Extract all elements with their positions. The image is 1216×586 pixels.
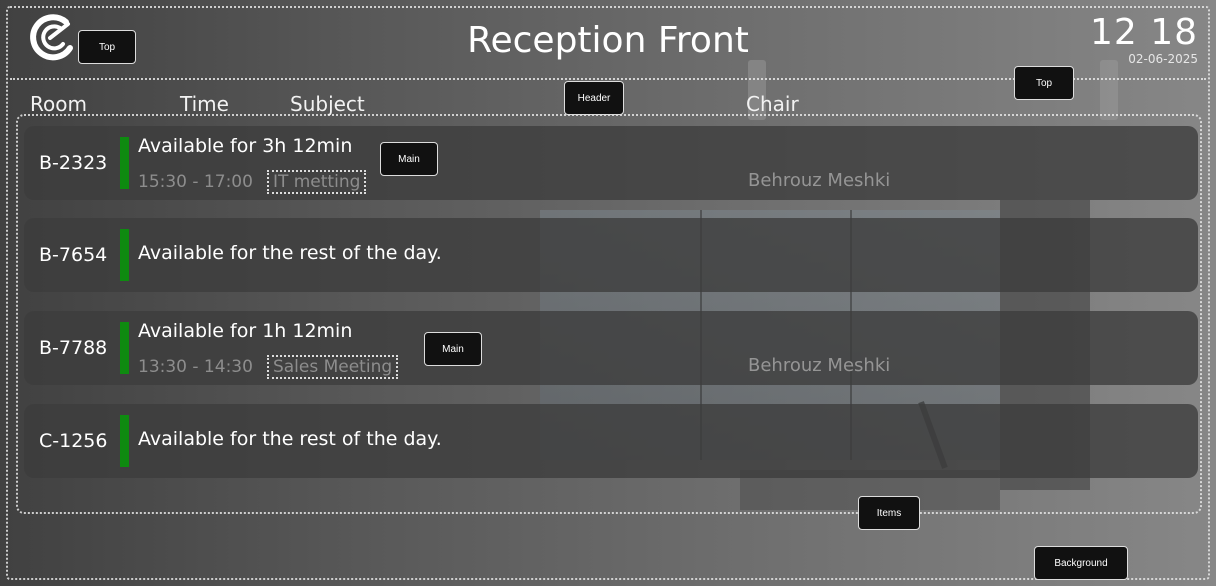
column-header-time: Time: [180, 92, 229, 116]
room-row[interactable]: B-2323 Available for 3h 12min 15:30 - 17…: [24, 126, 1198, 200]
room-row[interactable]: B-7788 Available for 1h 12min 13:30 - 14…: [24, 311, 1198, 385]
availability-indicator: [120, 415, 129, 467]
label-items: Items: [858, 496, 920, 530]
meeting-time: 15:30 - 17:00: [138, 172, 253, 192]
clock-date: 02-06-2025: [1128, 52, 1198, 66]
availability-status: Available for 1h 12min: [138, 320, 353, 342]
meeting-info: 13:30 - 14:30 Sales Meeting: [138, 355, 399, 379]
meeting-info: 15:30 - 17:00 IT metting: [138, 170, 367, 194]
meeting-chair: Behrouz Meshki: [748, 170, 891, 191]
availability-indicator: [120, 137, 129, 189]
label-top-right: Top: [1014, 66, 1074, 100]
availability-status: Available for the rest of the day.: [138, 242, 442, 264]
availability-indicator: [120, 229, 129, 281]
meeting-subject: Sales Meeting: [266, 355, 399, 379]
column-header-room: Room: [30, 92, 87, 116]
clock: 12 18 02-06-2025: [1089, 12, 1198, 67]
room-id: B-2323: [39, 152, 108, 174]
availability-status: Available for the rest of the day.: [138, 428, 442, 450]
meeting-subject: IT metting: [266, 170, 367, 194]
label-background: Background: [1034, 546, 1128, 580]
meeting-chair: Behrouz Meshki: [748, 355, 891, 376]
label-main: Main: [424, 332, 482, 366]
room-row[interactable]: C-1256 Available for the rest of the day…: [24, 404, 1198, 478]
clock-time: 12 18: [1089, 12, 1198, 53]
label-main: Main: [380, 142, 438, 176]
meeting-time: 13:30 - 14:30: [138, 357, 253, 377]
room-id: B-7654: [39, 244, 108, 266]
availability-status: Available for 3h 12min: [138, 135, 353, 157]
room-id: C-1256: [39, 430, 108, 452]
page-title: Reception Front: [467, 20, 749, 61]
availability-indicator: [120, 322, 129, 374]
room-id: B-7788: [39, 337, 108, 359]
column-header-chair: Chair: [746, 92, 799, 116]
label-header: Header: [564, 81, 624, 115]
room-row[interactable]: B-7654 Available for the rest of the day…: [24, 218, 1198, 292]
column-header-subject: Subject: [290, 92, 365, 116]
